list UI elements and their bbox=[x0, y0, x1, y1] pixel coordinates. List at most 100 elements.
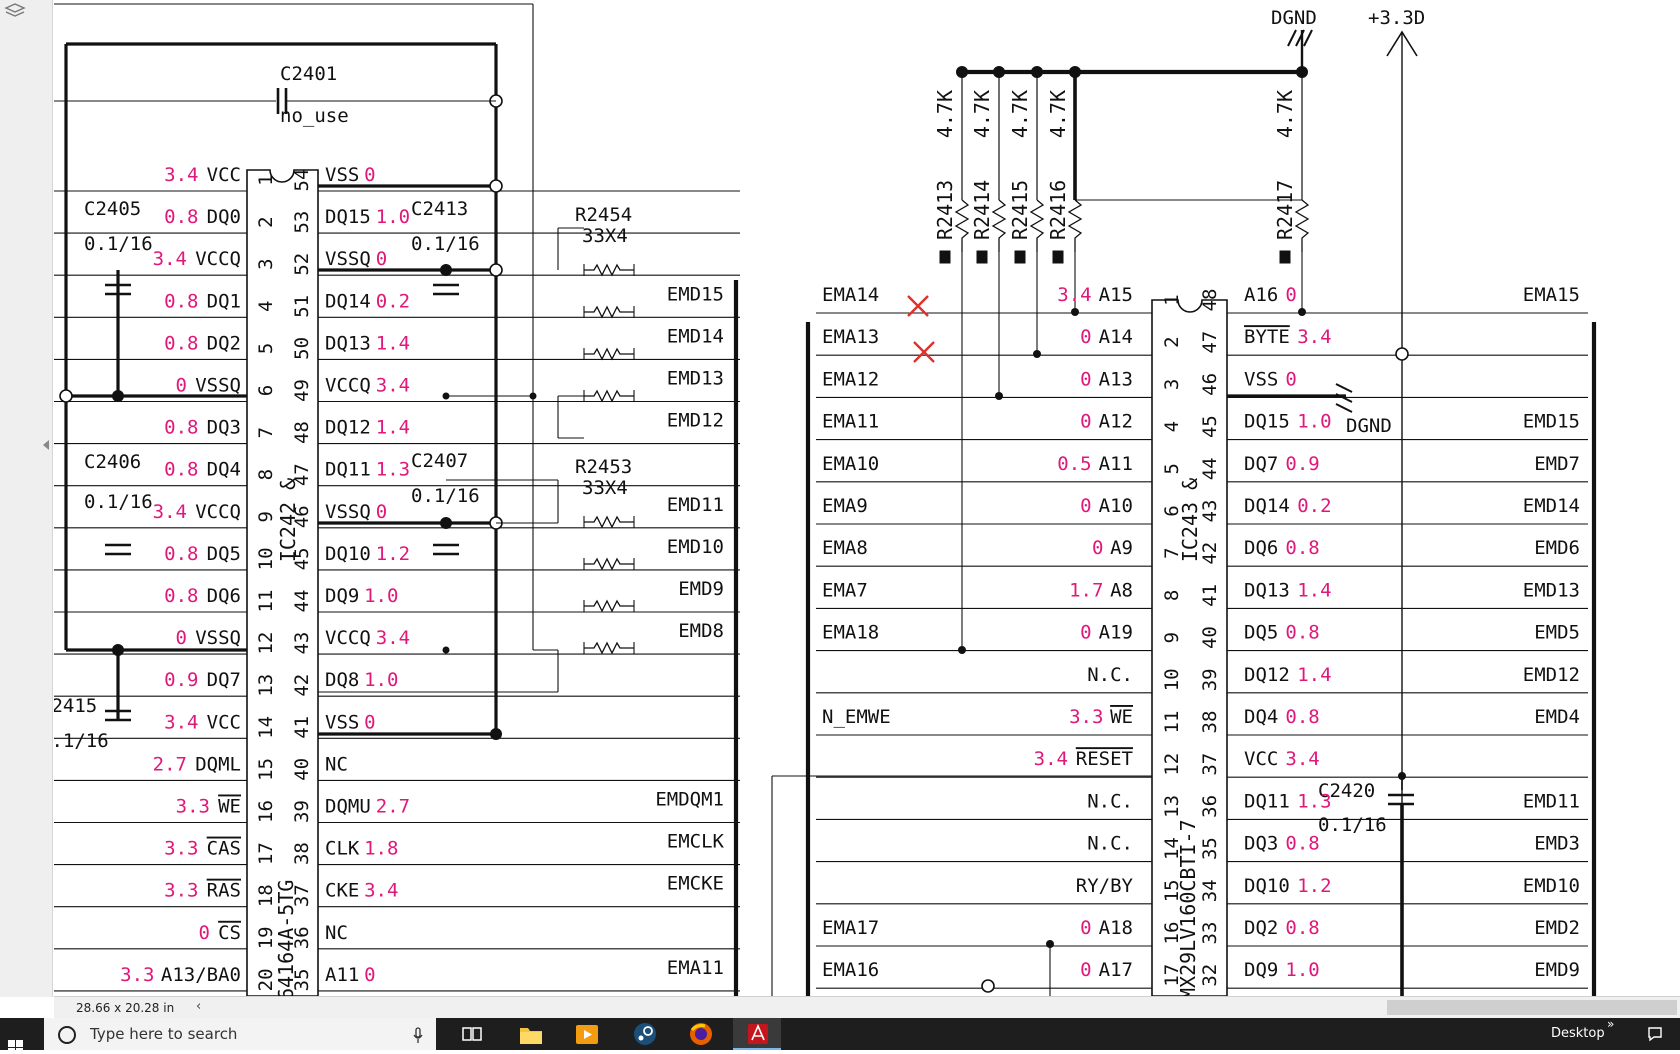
ic242-pin-name: VCCQ bbox=[325, 627, 371, 649]
toolbar-expand-icon[interactable]: » bbox=[1607, 1017, 1614, 1031]
resistor-ref: R2453 bbox=[575, 456, 632, 478]
ic242-pin-num: 42 bbox=[291, 674, 313, 697]
steam-icon[interactable] bbox=[632, 1022, 658, 1046]
net-label: EMD7 bbox=[1534, 453, 1580, 475]
ic242-pin-name: DQML bbox=[195, 753, 241, 775]
net-label: EMD9 bbox=[678, 578, 724, 600]
ic242-pin-num: 47 bbox=[291, 463, 313, 486]
resistor-value: 4.7K bbox=[1273, 90, 1297, 138]
ic242-pin-num: 40 bbox=[291, 758, 313, 781]
net-label: EMD5 bbox=[1534, 622, 1580, 644]
voltage-reading: 0 bbox=[364, 964, 375, 986]
ic242-pin-num: 3 bbox=[255, 258, 277, 269]
pad-marker bbox=[940, 251, 950, 263]
ic242-pin-name: DQMU bbox=[325, 796, 371, 818]
desktop-toolbar-label[interactable]: Desktop bbox=[1551, 1026, 1605, 1041]
voltage-reading: 3.4 bbox=[376, 375, 410, 397]
voltage-reading: 1.4 bbox=[376, 332, 410, 354]
schematic-canvas[interactable]: IC242 &64164A-5TG1VCC3.42DQ00.83VCCQ3.44… bbox=[54, 0, 1680, 996]
ground-symbol bbox=[1336, 384, 1352, 412]
ic242-pin-name: NC bbox=[325, 922, 348, 944]
capacitor-ref: C2401 bbox=[280, 63, 337, 85]
resistor-zigzag bbox=[1296, 200, 1308, 252]
voltage-reading: 0 bbox=[1092, 537, 1103, 559]
ic243-pin-name: DQ13 bbox=[1244, 579, 1290, 601]
ic243-pin-num: 17 bbox=[1161, 964, 1183, 987]
voltage-reading: 0 bbox=[176, 627, 187, 649]
resistor-zigzag bbox=[584, 349, 634, 359]
rail-junction bbox=[490, 728, 502, 740]
ic243-pin-name: DQ5 bbox=[1244, 622, 1278, 644]
net-label: EMD10 bbox=[1523, 875, 1580, 897]
ic242-pin-name: DQ3 bbox=[207, 417, 241, 439]
voltage-reading: 0.9 bbox=[1285, 453, 1319, 475]
voltage-reading: 0 bbox=[1080, 622, 1091, 644]
ic243-pin-name: A10 bbox=[1099, 495, 1133, 517]
file-explorer-icon[interactable] bbox=[518, 1022, 544, 1046]
ic243-pin-name: DQ2 bbox=[1244, 917, 1278, 939]
ic243-pin-num: 42 bbox=[1199, 542, 1221, 565]
net-label: EMD8 bbox=[678, 620, 724, 642]
ic242-pin-name: VSSQ bbox=[195, 375, 241, 397]
windows-start-icon[interactable] bbox=[0, 1018, 44, 1050]
net-label: EMA17 bbox=[822, 917, 879, 939]
resistor-zigzag bbox=[584, 517, 634, 527]
notification-icon[interactable] bbox=[1646, 1025, 1664, 1047]
resistor-value: 33X4 bbox=[582, 477, 628, 499]
ic242-pin-num: 37 bbox=[291, 884, 313, 907]
rail-junction bbox=[1031, 66, 1043, 78]
capacitor-value: no_use bbox=[280, 105, 349, 127]
ic242-pin-num: 36 bbox=[291, 926, 313, 949]
collapse-arrow-icon[interactable] bbox=[42, 436, 50, 455]
resistor-value: 4.7K bbox=[1046, 90, 1070, 138]
firefox-icon[interactable] bbox=[688, 1022, 714, 1046]
task-view-icon[interactable] bbox=[459, 1022, 485, 1046]
ic243-pin-num: 7 bbox=[1161, 547, 1183, 558]
horizontal-scrollbar-thumb[interactable] bbox=[1387, 1000, 1677, 1015]
net-label: EMD15 bbox=[1523, 411, 1580, 433]
ic242-pin-num: 49 bbox=[291, 379, 313, 402]
ic242-pin-num: 6 bbox=[255, 385, 277, 396]
layers-icon[interactable] bbox=[4, 2, 26, 24]
taskbar-search-box[interactable]: Type here to search bbox=[44, 1018, 436, 1050]
net-label: EMA13 bbox=[822, 326, 879, 348]
voltage-reading: 3.4 bbox=[164, 711, 198, 733]
ic242-pin-num: 52 bbox=[291, 253, 313, 276]
resistor-ref: R2417 bbox=[1273, 180, 1297, 240]
ic243-pin-name: A8 bbox=[1110, 579, 1133, 601]
ground-symbol bbox=[1288, 30, 1312, 46]
microphone-icon[interactable] bbox=[412, 1026, 424, 1048]
ic242-pin-num: 10 bbox=[255, 547, 277, 570]
net-label: EMA7 bbox=[822, 579, 868, 601]
ic242-pin-num: 50 bbox=[291, 337, 313, 360]
ic243-pin-name: DQ4 bbox=[1244, 706, 1278, 728]
net-label: EMD3 bbox=[1534, 833, 1580, 855]
voltage-reading: 3.4 bbox=[376, 627, 410, 649]
pad-marker bbox=[1280, 251, 1290, 263]
ic242-pin-name: DQ9 bbox=[325, 585, 359, 607]
ic243-pin-num: 48 bbox=[1199, 289, 1221, 312]
net-label: EMD15 bbox=[667, 283, 724, 305]
capacitor-ref: C2415 bbox=[54, 695, 97, 717]
ic242-pin-name: RAS bbox=[207, 880, 241, 902]
net-label: EMA14 bbox=[822, 284, 879, 306]
net-label: EMA11 bbox=[822, 411, 879, 433]
scroll-left-icon[interactable]: ‹ bbox=[196, 999, 201, 1014]
resistor-zigzag bbox=[584, 559, 634, 569]
ic242-pin-name: NC bbox=[325, 753, 348, 775]
media-player-icon[interactable] bbox=[574, 1022, 600, 1046]
ic242-pin-name: VSSQ bbox=[325, 501, 371, 523]
ic242-pin-num: 19 bbox=[255, 926, 277, 949]
resistor-ref: R2413 bbox=[933, 180, 957, 240]
ic242-pin-name: VSSQ bbox=[195, 627, 241, 649]
ic243-pin-num: 35 bbox=[1199, 837, 1221, 860]
resistor-ref: R2415 bbox=[1008, 180, 1032, 240]
resistor-zigzag bbox=[584, 391, 634, 401]
voltage-reading: 0.2 bbox=[1297, 495, 1331, 517]
ic242-pin-name: VCCQ bbox=[195, 248, 241, 270]
ic242-pin-name: CS bbox=[218, 922, 241, 944]
ic242-pin-num: 15 bbox=[255, 758, 277, 781]
ic243-pin-num: 46 bbox=[1199, 373, 1221, 396]
ic243-pin-num: 4 bbox=[1161, 421, 1183, 432]
pdf-reader-icon[interactable] bbox=[745, 1022, 771, 1046]
